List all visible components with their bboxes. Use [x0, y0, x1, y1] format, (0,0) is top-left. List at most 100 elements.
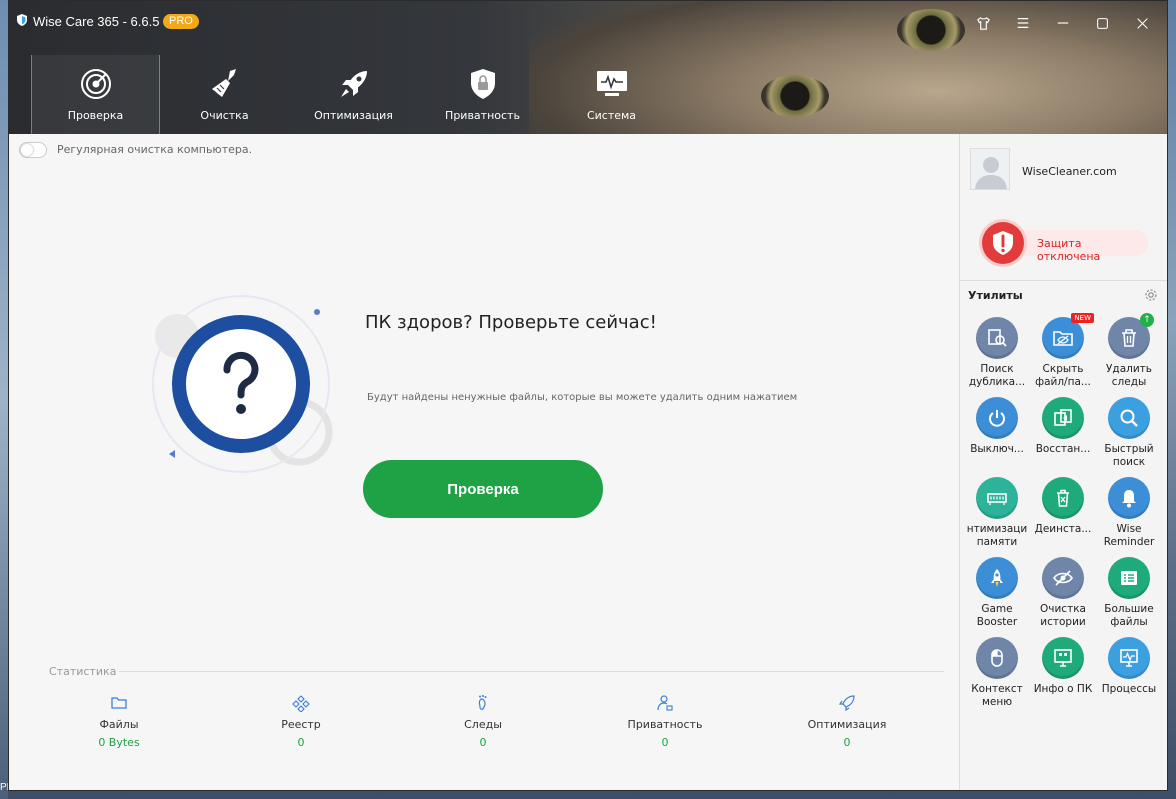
- tool-name: Reminder: [1103, 536, 1155, 548]
- tool-name: истории: [1040, 616, 1086, 628]
- menu-button[interactable]: [1013, 13, 1033, 33]
- stat-value: 0: [479, 736, 487, 749]
- tool-name: файлы: [1110, 616, 1148, 628]
- duplicate-search-icon: [988, 329, 1007, 347]
- eye-slash-icon: [1053, 570, 1073, 586]
- tool-name: дублика...: [968, 376, 1026, 388]
- tool-context-menu[interactable]: Контекст меню: [964, 637, 1030, 709]
- stat-value: 0 Bytes: [98, 736, 140, 749]
- tool-icon-bg: [1042, 477, 1084, 519]
- nav-tab-label: Приватность: [445, 109, 520, 122]
- search-icon: [1120, 409, 1138, 427]
- utilities-divider: [960, 280, 1167, 281]
- nav-tab-label: Оптимизация: [314, 109, 393, 122]
- cat-eye-right: [761, 75, 829, 117]
- maximize-button[interactable]: [1092, 13, 1112, 33]
- auto-clean-toggle[interactable]: [19, 142, 47, 158]
- rocket-outline-icon: [838, 695, 855, 712]
- tool-name: памяти: [976, 536, 1018, 548]
- nav-tab-check[interactable]: Проверка: [31, 55, 160, 134]
- gear-icon[interactable]: [1144, 288, 1158, 302]
- sidebar: WiseCleaner.com Защита отключена Утилиты: [959, 134, 1167, 790]
- skin-button[interactable]: [973, 13, 993, 33]
- health-question-icon: [152, 295, 333, 473]
- tool-uninstaller[interactable]: Деинста...: [1030, 477, 1096, 536]
- titlebar: Wise Care 365 - 6.6.5 PRO: [9, 1, 1167, 47]
- tool-duplicate-finder[interactable]: Поиск дублика...: [964, 317, 1030, 389]
- tool-large-files[interactable]: Большие файлы: [1096, 557, 1162, 629]
- close-button[interactable]: [1132, 13, 1152, 33]
- minimize-button[interactable]: [1053, 13, 1073, 33]
- main-nav: Проверка Очистка Оптимизация Приватность…: [31, 55, 676, 134]
- tool-name: файл/па...: [1035, 376, 1091, 388]
- tool-hide-file[interactable]: NEW Скрыть файл/па...: [1030, 313, 1096, 389]
- tool-name: Выключ...: [970, 443, 1024, 455]
- tool-icon-bg: [976, 637, 1018, 679]
- scan-button[interactable]: Проверка: [363, 460, 603, 518]
- restore-files-icon: [1054, 409, 1072, 426]
- tool-icon-bg: [976, 557, 1018, 599]
- nav-tab-system[interactable]: Система: [547, 55, 676, 134]
- tool-icon-bg: [976, 317, 1018, 359]
- rocket-icon: [991, 569, 1003, 587]
- stat-files: Файлы 0 Bytes: [59, 694, 179, 749]
- nav-tab-privacy[interactable]: Приватность: [418, 55, 547, 134]
- subtext: Будут найдены ненужные файлы, которые вы…: [367, 392, 798, 403]
- tool-name: Процессы: [1101, 683, 1157, 695]
- tool-data-recovery[interactable]: Восстан...: [1030, 397, 1096, 456]
- tool-name: Wise: [1116, 523, 1142, 535]
- stat-value: 0: [843, 736, 851, 749]
- protection-text: Защита отключена: [1037, 237, 1101, 263]
- tool-name: меню: [981, 696, 1013, 708]
- stats-title: Статистика: [49, 665, 117, 678]
- monitor-pulse-icon: [596, 71, 627, 96]
- stat-value: 0: [661, 736, 669, 749]
- nav-tab-label: Проверка: [67, 109, 124, 122]
- header: Wise Care 365 - 6.6.5 PRO Проверка Очист…: [9, 1, 1167, 134]
- tool-wise-reminder[interactable]: Wise Reminder: [1096, 477, 1162, 549]
- tool-memory-optimizer[interactable]: нтимизаци памяти: [964, 477, 1030, 549]
- app-title: Wise Care 365 - 6.6.5: [33, 14, 160, 29]
- memory-chip-icon: [987, 493, 1007, 505]
- tool-name: Удалить: [1106, 363, 1152, 375]
- hamburger-icon: [1017, 18, 1029, 28]
- radar-icon: [80, 69, 111, 99]
- maximize-icon: [1096, 17, 1108, 29]
- bell-icon: [1122, 490, 1136, 508]
- user-name-link[interactable]: WiseCleaner.com: [1022, 165, 1117, 178]
- protection-shield: [982, 222, 1024, 264]
- tool-icon-bg: [1042, 637, 1084, 679]
- tool-history-cleaner[interactable]: Очистка истории: [1030, 557, 1096, 629]
- protection-status[interactable]: Защита отключена: [982, 222, 1148, 264]
- uninstall-bin-icon: [1057, 489, 1069, 507]
- process-monitor-icon: [1120, 649, 1138, 667]
- desktop-background: [0, 0, 8, 799]
- tool-pc-info[interactable]: Инфо о ПК: [1030, 637, 1096, 696]
- power-icon: [989, 410, 1005, 427]
- update-badge-icon: ↑: [1140, 313, 1154, 327]
- tool-game-booster[interactable]: Game Booster: [964, 557, 1030, 629]
- nav-tab-label: Система: [586, 109, 637, 122]
- stat-traces: Следы 0: [423, 694, 543, 749]
- tool-name: поиск: [1112, 456, 1146, 468]
- tool-name: Контекст: [971, 683, 1023, 695]
- tool-processes[interactable]: Процессы: [1096, 637, 1162, 696]
- tool-erase-traces[interactable]: ↑ Удалить следы: [1096, 313, 1162, 389]
- shield-alert-icon: [993, 231, 1013, 255]
- hide-folder-icon: [1053, 331, 1073, 346]
- stat-privacy: Приватность 0: [605, 694, 725, 749]
- app-window: Wise Care 365 - 6.6.5 PRO Проверка Очист…: [8, 0, 1168, 791]
- nav-tab-clean[interactable]: Очистка: [160, 55, 289, 134]
- tool-name: Booster: [976, 616, 1018, 628]
- tool-icon-bg: [1108, 477, 1150, 519]
- tool-icon-bg: [1042, 397, 1084, 439]
- tool-shutdown[interactable]: Выключ...: [964, 397, 1030, 456]
- avatar[interactable]: [970, 148, 1010, 190]
- tool-quick-search[interactable]: Быстрый поиск: [1096, 397, 1162, 469]
- stat-label: Файлы: [99, 718, 139, 731]
- tool-icon-bg: [1108, 397, 1150, 439]
- tool-name: Деинста...: [1034, 523, 1092, 535]
- nav-tab-optimize[interactable]: Оптимизация: [289, 55, 418, 134]
- minimize-icon: [1057, 22, 1069, 24]
- close-icon: [1136, 17, 1148, 29]
